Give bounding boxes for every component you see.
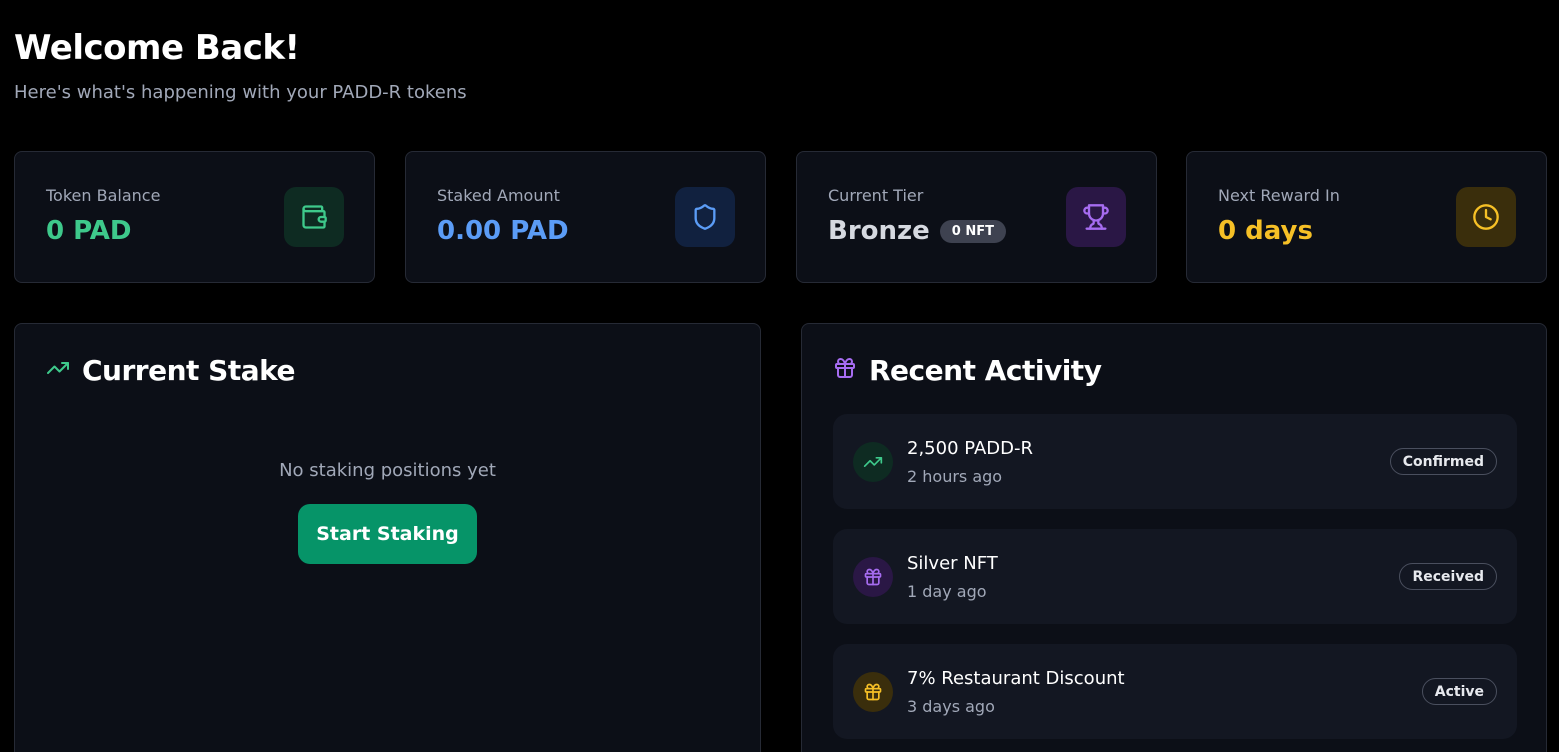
activity-time: 2 hours ago <box>907 467 1003 486</box>
activity-item[interactable]: 7% Restaurant Discount 3 days ago Active <box>833 644 1517 739</box>
recent-activity-heading: Recent Activity <box>833 354 1102 387</box>
wallet-icon <box>284 187 344 247</box>
trending-up-icon <box>46 354 70 387</box>
stat-value: Bronze 0 NFT <box>828 216 1006 246</box>
stat-label: Next Reward In <box>1218 186 1340 205</box>
current-stake-title: Current Stake <box>82 354 295 387</box>
gift-icon <box>833 354 857 387</box>
stat-value: 0 days <box>1218 216 1313 246</box>
trophy-icon <box>1066 187 1126 247</box>
activity-time: 3 days ago <box>907 697 995 716</box>
shield-icon <box>675 187 735 247</box>
status-badge: Confirmed <box>1389 448 1497 475</box>
activity-time: 1 day ago <box>907 582 987 601</box>
status-badge: Received <box>1399 563 1497 590</box>
nft-count-badge: 0 NFT <box>939 219 1006 243</box>
page-subtitle: Here's what's happening with your PADD-R… <box>14 82 467 103</box>
activity-title: 7% Restaurant Discount <box>907 668 1125 689</box>
next-reward-value: 0 days <box>1218 216 1313 246</box>
token-balance-value: 0 PAD <box>46 216 132 246</box>
current-stake-heading: Current Stake <box>46 354 295 387</box>
stat-label: Current Tier <box>828 186 924 205</box>
recent-activity-panel: Recent Activity 2,500 PADD-R 2 hours ago… <box>801 323 1547 752</box>
clock-icon <box>1456 187 1516 247</box>
stat-label: Staked Amount <box>437 186 560 205</box>
stat-card-token-balance: Token Balance 0 PAD <box>14 151 375 283</box>
activity-item[interactable]: Silver NFT 1 day ago Received <box>833 529 1517 624</box>
recent-activity-title: Recent Activity <box>869 354 1102 387</box>
current-stake-panel: Current Stake No staking positions yet S… <box>14 323 761 752</box>
start-staking-button[interactable]: Start Staking <box>298 504 477 564</box>
stat-value: 0.00 PAD <box>437 216 569 246</box>
gift-icon <box>853 557 893 597</box>
empty-state-text: No staking positions yet <box>279 460 496 481</box>
tier-value: Bronze <box>828 216 930 246</box>
stat-card-current-tier: Current Tier Bronze 0 NFT <box>796 151 1157 283</box>
activity-title: 2,500 PADD-R <box>907 438 1033 459</box>
activity-title: Silver NFT <box>907 553 998 574</box>
staked-amount-value: 0.00 PAD <box>437 216 569 246</box>
trending-up-icon <box>853 442 893 482</box>
stat-value: 0 PAD <box>46 216 132 246</box>
stat-card-staked-amount: Staked Amount 0.00 PAD <box>405 151 766 283</box>
page-header: Welcome Back! Here's what's happening wi… <box>14 28 467 103</box>
page-title: Welcome Back! <box>14 28 300 68</box>
activity-item[interactable]: 2,500 PADD-R 2 hours ago Confirmed <box>833 414 1517 509</box>
stat-card-next-reward: Next Reward In 0 days <box>1186 151 1547 283</box>
stat-label: Token Balance <box>46 186 161 205</box>
gift-icon <box>853 672 893 712</box>
status-badge: Active <box>1421 678 1497 705</box>
